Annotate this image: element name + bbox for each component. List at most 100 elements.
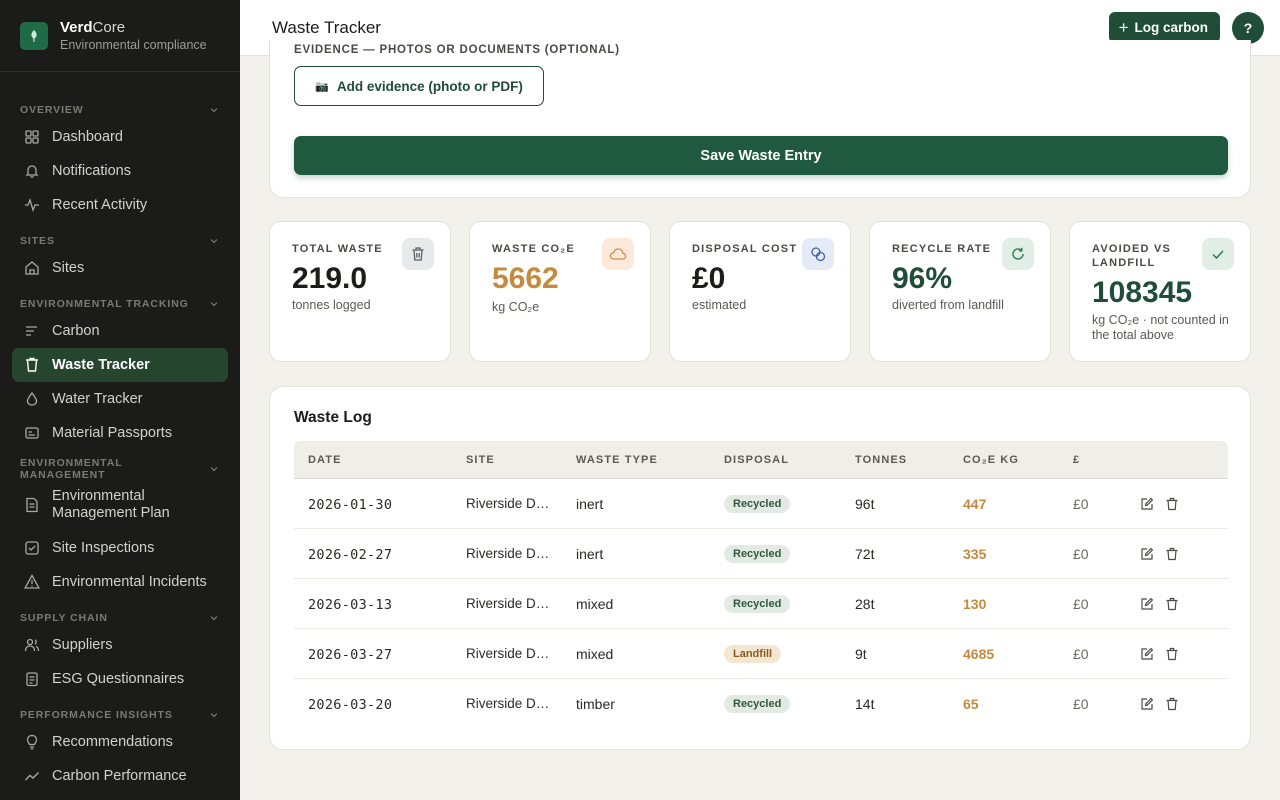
cell-tonnes: 14t [855,696,875,712]
trash-icon [402,238,434,270]
column-header-co2e-kg[interactable]: CO₂e kg [963,454,1019,466]
delete-icon[interactable] [1165,597,1179,611]
chevron-down-icon [210,108,218,113]
cell-site: Riverside Development [466,646,552,661]
sidebar-item-carbon[interactable]: Carbon [12,314,228,348]
nav-section-overview[interactable]: Overview [0,100,240,120]
nav-section-sites[interactable]: Sites [0,231,240,251]
cell-waste-type: inert [576,496,604,512]
cell-date: 2026-02-27 [308,547,393,563]
cell-waste-type: mixed [576,596,614,612]
stat-value: 108345 [1092,276,1193,309]
sidebar-item-material-passports[interactable]: Material Passports [12,416,228,450]
disposal-badge: Recycled [724,495,791,513]
refresh-icon [1002,238,1034,270]
sidebar-item-sites[interactable]: Sites [12,251,228,285]
stat-value: £0 [692,262,726,295]
sidebar-item-notifications[interactable]: Notifications [12,154,228,188]
sidebar-item-dashboard[interactable]: Dashboard [12,120,228,154]
chevron-down-icon [210,239,218,244]
cell-cost: £0 [1073,696,1089,712]
cell-site: Riverside Development [466,596,552,611]
save-waste-entry-button[interactable]: Save Waste Entry [294,136,1228,175]
cell-site: Riverside Development [466,546,552,561]
disposal-badge: Recycled [724,595,791,613]
bin-icon [26,357,38,372]
sidebar-item-recommendations[interactable]: Recommendations [12,725,228,759]
checkbox-icon [25,541,39,555]
delete-icon[interactable] [1165,647,1179,661]
cell-tonnes: 72t [855,546,875,562]
cell-waste-type: timber [576,696,615,712]
cell-tonnes: 96t [855,496,875,512]
bell-icon [25,165,39,178]
cell-date: 2026-01-30 [308,497,393,513]
nav-section-environmental-management[interactable]: Environmental Management [0,457,240,481]
nav-section-performance-insights[interactable]: Performance Insights [0,705,240,725]
edit-icon[interactable] [1140,647,1154,661]
document-icon [26,497,38,513]
stat-waste-co2e: Waste CO₂e 5662 kg CO₂e [469,221,651,362]
table-header: Date Site Waste Type Disposal Tonnes CO₂… [294,441,1228,479]
sidebar-item-suppliers[interactable]: Suppliers [12,628,228,662]
cell-tonnes: 28t [855,596,875,612]
edit-icon[interactable] [1140,497,1154,511]
column-header-site[interactable]: Site [466,454,495,466]
sidebar-item-esg-questionnaires[interactable]: ESG Questionnaires [12,662,228,696]
add-evidence-button[interactable]: 📷 Add evidence (photo or PDF) [294,66,544,106]
sidebar-item-water-tracker[interactable]: Water Tracker [12,382,228,416]
home-icon [25,261,39,275]
edit-icon[interactable] [1140,697,1154,711]
plus-icon: + [1118,17,1129,37]
cell-date: 2026-03-13 [308,597,393,613]
sidebar-item-carbon-performance[interactable]: Carbon Performance [12,759,228,793]
column-header-date[interactable]: Date [308,454,342,466]
sidebar-item-recent-activity[interactable]: Recent Activity [12,188,228,222]
column-header-waste-type[interactable]: Waste Type [576,454,658,466]
chevron-down-icon [210,302,218,307]
waste-log-title: Waste Log [294,409,372,426]
stat-avoided-vs-landfill: Avoided vs Landfill 108345 kg CO₂e · not… [1069,221,1251,362]
delete-icon[interactable] [1165,697,1179,711]
waste-log-card: Waste Log Date Site Waste Type Disposal … [269,386,1251,750]
delete-icon[interactable] [1165,547,1179,561]
edit-icon[interactable] [1140,597,1154,611]
lightbulb-icon [26,734,38,750]
nav-section-environmental-tracking[interactable]: Environmental Tracking [0,294,240,314]
delete-icon[interactable] [1165,497,1179,511]
cell-cost: £0 [1073,496,1089,512]
stat-recycle-rate: Recycle Rate 96% diverted from landfill [869,221,1051,362]
sidebar-item-site-inspections[interactable]: Site Inspections [12,531,228,565]
cell-co2e: 335 [963,546,987,562]
droplet-icon [26,391,38,406]
stat-value: 219.0 [292,262,368,295]
column-header-tonnes[interactable]: Tonnes [855,454,907,466]
brand-subtitle: Environmental compliance [60,37,207,52]
waste-entry-form: EVIDENCE — PHOTOS OR DOCUMENTS (OPTIONAL… [269,40,1251,198]
table-row: 2026-02-27 Riverside Development inert R… [294,529,1228,579]
cell-co2e: 130 [963,596,987,612]
column-header-cost[interactable]: £ [1073,454,1080,466]
sidebar-item-environmental-incidents[interactable]: Environmental Incidents [12,565,228,599]
cell-waste-type: inert [576,546,604,562]
disposal-badge: Recycled [724,695,791,713]
cell-date: 2026-03-27 [308,647,393,663]
edit-icon[interactable] [1140,547,1154,561]
users-icon [24,638,40,652]
sidebar-item-environmental-management-plan[interactable]: Environmental Management Plan [12,479,228,531]
cell-date: 2026-03-20 [308,697,393,713]
sidebar-item-waste-tracker[interactable]: Waste Tracker [12,348,228,382]
column-header-disposal[interactable]: Disposal [724,454,789,466]
lines-icon [26,326,37,336]
stat-value: 96% [892,262,953,295]
cell-site: Riverside Development [466,696,552,711]
coins-icon [802,238,834,270]
cell-cost: £0 [1073,596,1089,612]
brand-name: VerdCore [60,18,126,36]
stat-total-waste: Total Waste 219.0 tonnes logged [269,221,451,362]
table-row: 2026-03-13 Riverside Development mixed R… [294,579,1228,629]
activity-icon [25,198,39,212]
brand[interactable]: VerdCore Environmental compliance [0,0,240,72]
nav-section-supply-chain[interactable]: Supply Chain [0,608,240,628]
log-carbon-button[interactable]: + Log carbon [1108,12,1220,43]
